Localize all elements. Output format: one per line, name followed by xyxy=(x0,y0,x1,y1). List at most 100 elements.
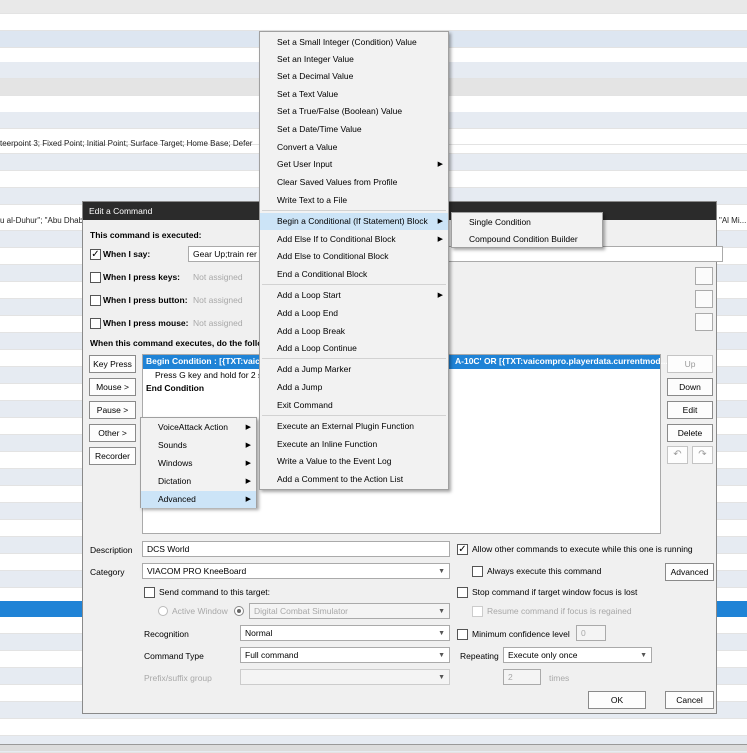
mouse-button[interactable]: Mouse > xyxy=(89,378,136,396)
times-value: 2 xyxy=(508,672,513,682)
menu-separator xyxy=(262,415,446,416)
menu-item-single-condition[interactable]: Single Condition xyxy=(452,214,602,231)
menu-item-add-else[interactable]: Add Else to Conditional Block xyxy=(260,248,448,265)
cancel-button[interactable]: Cancel xyxy=(665,691,714,709)
recognition-combo[interactable]: Normal ▼ xyxy=(240,625,450,641)
menu-item-add-comment[interactable]: Add a Comment to the Action List xyxy=(260,471,448,488)
stop-command-checkbox[interactable] xyxy=(457,587,468,598)
when-button-checkbox[interactable] xyxy=(90,295,101,306)
edit-button[interactable]: Edit xyxy=(667,401,713,419)
menu-item-inline-function[interactable]: Execute an Inline Function xyxy=(260,436,448,453)
other-button[interactable]: Other > xyxy=(89,424,136,442)
chevron-right-icon: ▶ xyxy=(245,496,251,503)
always-execute-label: Always execute this command xyxy=(487,566,602,576)
chevron-down-icon: ▼ xyxy=(640,652,647,659)
always-execute-checkbox[interactable] xyxy=(472,566,483,577)
delete-button[interactable]: Delete xyxy=(667,424,713,442)
times-spinner[interactable]: 2 xyxy=(503,669,541,685)
menu-item-voiceattack-action[interactable]: VoiceAttack Action ▶ xyxy=(141,419,256,436)
mouse-not-assigned: Not assigned xyxy=(193,318,243,328)
stop-command-label: Stop command if target window focus is l… xyxy=(472,587,638,597)
menu-item-get-user-input[interactable]: Get User Input ▶ xyxy=(260,156,448,173)
min-confidence-checkbox[interactable] xyxy=(457,629,468,640)
menu-item-begin-conditional[interactable]: Begin a Conditional (If Statement) Block… xyxy=(260,213,448,230)
key-press-button[interactable]: Key Press xyxy=(89,355,136,373)
menu-item-event-log[interactable]: Write a Value to the Event Log xyxy=(260,453,448,470)
min-confidence-spinner[interactable]: 0 xyxy=(576,625,606,641)
menu-item-set-text[interactable]: Set a Text Value xyxy=(260,86,448,103)
menu-item-convert-value[interactable]: Convert a Value xyxy=(260,139,448,156)
menu-item-jump[interactable]: Add a Jump xyxy=(260,379,448,396)
advanced-menu: Set a Small Integer (Condition) Value Se… xyxy=(259,31,449,490)
action-line-press[interactable]: Press G key and hold for 2 s xyxy=(155,370,262,380)
chevron-right-icon: ▶ xyxy=(245,460,251,467)
menu-item-jump-marker[interactable]: Add a Jump Marker xyxy=(260,361,448,378)
chevron-right-icon: ▶ xyxy=(245,442,251,449)
button-ellipsis-button[interactable] xyxy=(695,290,713,308)
description-input[interactable]: DCS World xyxy=(142,541,450,557)
allow-other-checkbox[interactable]: ✓ xyxy=(457,544,468,555)
recognition-value: Normal xyxy=(245,628,273,638)
conditional-submenu: Single Condition Compound Condition Buil… xyxy=(451,212,603,248)
send-target-label: Send command to this target: xyxy=(159,587,271,597)
ok-button[interactable]: OK xyxy=(588,691,646,709)
menu-item-set-datetime[interactable]: Set a Date/Time Value xyxy=(260,121,448,138)
command-type-value: Full command xyxy=(245,650,299,660)
recognition-label: Recognition xyxy=(144,629,189,639)
menu-item-write-text-file[interactable]: Write Text to a File xyxy=(260,192,448,209)
redo-icon[interactable]: ↷ xyxy=(692,446,713,464)
menu-item-set-small-integer[interactable]: Set a Small Integer (Condition) Value xyxy=(260,34,448,51)
repeating-combo[interactable]: Execute only once ▼ xyxy=(503,647,652,663)
radio-dot-icon xyxy=(237,609,241,613)
menu-item-loop-break[interactable]: Add a Loop Break xyxy=(260,323,448,340)
menu-item-loop-start[interactable]: Add a Loop Start ▶ xyxy=(260,287,448,304)
menu-item-advanced[interactable]: Advanced ▶ xyxy=(141,491,256,508)
when-mouse-checkbox[interactable] xyxy=(90,318,101,329)
send-target-checkbox[interactable] xyxy=(144,587,155,598)
actions-label: When this command executes, do the follo… xyxy=(90,338,268,348)
menu-item-loop-end[interactable]: Add a Loop End xyxy=(260,305,448,322)
prefix-combo[interactable]: ▼ xyxy=(240,669,450,685)
menu-item-compound-condition[interactable]: Compound Condition Builder xyxy=(452,231,602,248)
menu-item-windows[interactable]: Windows ▶ xyxy=(141,455,256,472)
menu-item-loop-continue[interactable]: Add a Loop Continue xyxy=(260,340,448,357)
menu-item-end-conditional[interactable]: End a Conditional Block xyxy=(260,266,448,283)
category-combo[interactable]: VIACOM PRO KneeBoard ▼ xyxy=(142,563,450,579)
keys-ellipsis-button[interactable] xyxy=(695,267,713,285)
active-window-radio[interactable] xyxy=(158,606,168,616)
action-line-end[interactable]: End Condition xyxy=(146,383,204,393)
advanced-button[interactable]: Advanced xyxy=(665,563,714,581)
menu-item-add-else-if[interactable]: Add Else If to Conditional Block ▶ xyxy=(260,231,448,248)
list-row[interactable] xyxy=(0,14,747,31)
up-button[interactable]: Up xyxy=(667,355,713,373)
chevron-right-icon: ▶ xyxy=(437,292,443,299)
menu-item-set-boolean[interactable]: Set a True/False (Boolean) Value xyxy=(260,103,448,120)
menu-item-exit-command[interactable]: Exit Command xyxy=(260,397,448,414)
pause-button[interactable]: Pause > xyxy=(89,401,136,419)
chevron-right-icon: ▶ xyxy=(437,218,443,225)
mouse-ellipsis-button[interactable] xyxy=(695,313,713,331)
undo-icon[interactable]: ↶ xyxy=(667,446,688,464)
menu-item-external-plugin[interactable]: Execute an External Plugin Function xyxy=(260,418,448,435)
when-keys-checkbox[interactable] xyxy=(90,272,101,283)
list-row[interactable] xyxy=(0,719,747,736)
recorder-button[interactable]: Recorder xyxy=(89,447,136,465)
command-type-combo[interactable]: Full command ▼ xyxy=(240,647,450,663)
target-combo[interactable]: Digital Combat Simulator ▼ xyxy=(249,603,450,619)
menu-item-set-decimal[interactable]: Set a Decimal Value xyxy=(260,68,448,85)
menu-item-set-integer[interactable]: Set an Integer Value xyxy=(260,51,448,68)
menu-separator xyxy=(262,284,446,285)
target-radio[interactable] xyxy=(234,606,244,616)
menu-separator xyxy=(262,358,446,359)
menu-item-sounds[interactable]: Sounds ▶ xyxy=(141,437,256,454)
target-value: Digital Combat Simulator xyxy=(254,606,349,616)
resume-command-label: Resume command if focus is regained xyxy=(487,606,632,616)
down-button[interactable]: Down xyxy=(667,378,713,396)
resume-command-checkbox[interactable] xyxy=(472,606,483,617)
command-type-label: Command Type xyxy=(144,651,204,661)
menu-item-clear-saved-values[interactable]: Clear Saved Values from Profile xyxy=(260,174,448,191)
times-label: times xyxy=(549,673,570,683)
menu-item-dictation[interactable]: Dictation ▶ xyxy=(141,473,256,490)
when-say-checkbox[interactable]: ✓ xyxy=(90,249,101,260)
executed-label: This command is executed: xyxy=(90,230,202,240)
